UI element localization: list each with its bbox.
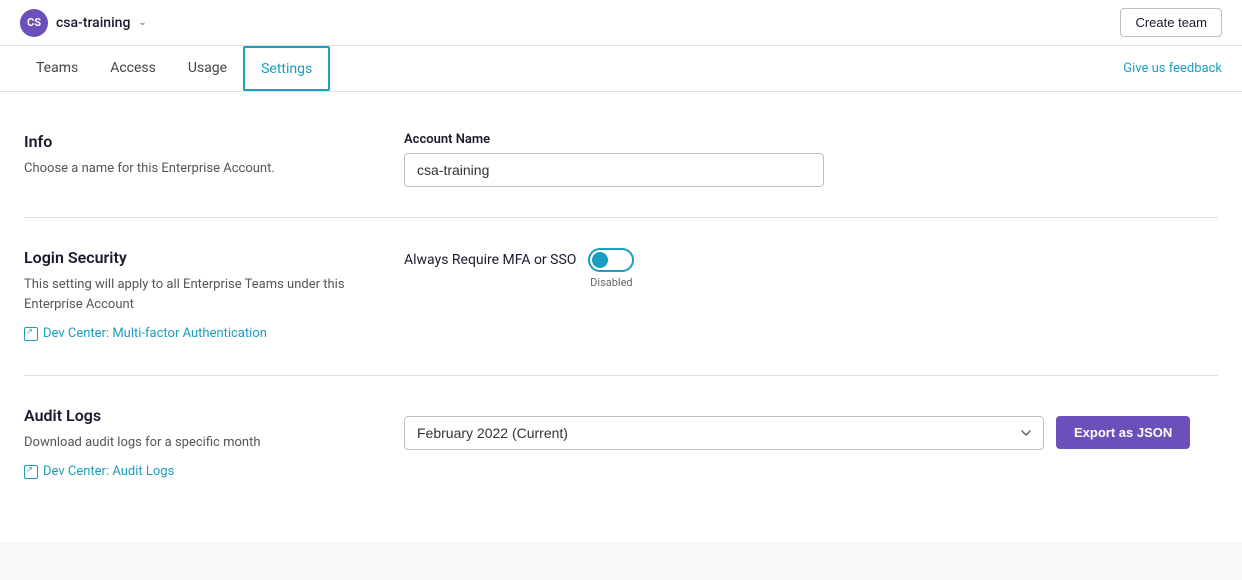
toggle-thumb bbox=[592, 252, 608, 268]
mfa-toggle[interactable] bbox=[588, 248, 634, 272]
tabs-container: Teams Access Usage Settings bbox=[20, 46, 330, 91]
audit-logs-section: Audit Logs Download audit logs for a spe… bbox=[24, 376, 1218, 513]
tab-usage[interactable]: Usage bbox=[172, 46, 243, 91]
header: CS csa-training ⌄ Create team bbox=[0, 0, 1242, 46]
tab-access[interactable]: Access bbox=[94, 46, 172, 91]
create-team-button[interactable]: Create team bbox=[1120, 8, 1222, 37]
mfa-link-label: Dev Center: Multi-factor Authentication bbox=[43, 326, 267, 341]
login-security-description: This setting will apply to all Enterpris… bbox=[24, 275, 364, 314]
nav-tabs: Teams Access Usage Settings Give us feed… bbox=[0, 46, 1242, 92]
external-link-icon bbox=[24, 327, 38, 341]
login-security-title: Login Security bbox=[24, 248, 364, 267]
tab-teams[interactable]: Teams bbox=[20, 46, 94, 91]
audit-logs-title: Audit Logs bbox=[24, 406, 364, 425]
info-title: Info bbox=[24, 132, 364, 151]
account-name-input[interactable] bbox=[404, 153, 824, 187]
audit-link-label: Dev Center: Audit Logs bbox=[43, 464, 174, 479]
info-right: Account Name bbox=[404, 132, 1218, 187]
account-name-label: Account Name bbox=[404, 132, 1218, 147]
chevron-down-icon[interactable]: ⌄ bbox=[138, 17, 146, 28]
export-json-button[interactable]: Export as JSON bbox=[1056, 416, 1190, 449]
org-name: csa-training bbox=[56, 15, 130, 31]
mfa-toggle-row: Always Require MFA or SSO Disabled bbox=[404, 248, 1218, 289]
info-section: Info Choose a name for this Enterprise A… bbox=[24, 122, 1218, 218]
header-left: CS csa-training ⌄ bbox=[20, 9, 147, 37]
avatar: CS bbox=[20, 9, 48, 37]
audit-row: February 2022 (Current) January 2022 Dec… bbox=[404, 416, 1218, 450]
login-security-section: Login Security This setting will apply t… bbox=[24, 218, 1218, 376]
audit-logs-right: February 2022 (Current) January 2022 Dec… bbox=[404, 406, 1218, 483]
tab-settings[interactable]: Settings bbox=[243, 46, 330, 91]
feedback-link[interactable]: Give us feedback bbox=[1123, 61, 1222, 76]
mfa-label: Always Require MFA or SSO bbox=[404, 248, 576, 268]
info-description: Choose a name for this Enterprise Accoun… bbox=[24, 159, 364, 179]
mfa-toggle-container: Disabled bbox=[588, 248, 634, 289]
month-select[interactable]: February 2022 (Current) January 2022 Dec… bbox=[404, 416, 1044, 450]
external-link-icon-audit bbox=[24, 465, 38, 479]
mfa-dev-center-link[interactable]: Dev Center: Multi-factor Authentication bbox=[24, 326, 267, 341]
audit-logs-description: Download audit logs for a specific month bbox=[24, 433, 364, 453]
content: Info Choose a name for this Enterprise A… bbox=[0, 92, 1242, 543]
toggle-track bbox=[588, 248, 634, 272]
login-security-left: Login Security This setting will apply t… bbox=[24, 248, 364, 345]
info-left: Info Choose a name for this Enterprise A… bbox=[24, 132, 364, 187]
audit-logs-left: Audit Logs Download audit logs for a spe… bbox=[24, 406, 364, 483]
audit-logs-dev-center-link[interactable]: Dev Center: Audit Logs bbox=[24, 464, 174, 479]
toggle-status: Disabled bbox=[590, 276, 632, 289]
login-security-right: Always Require MFA or SSO Disabled bbox=[404, 248, 1218, 345]
